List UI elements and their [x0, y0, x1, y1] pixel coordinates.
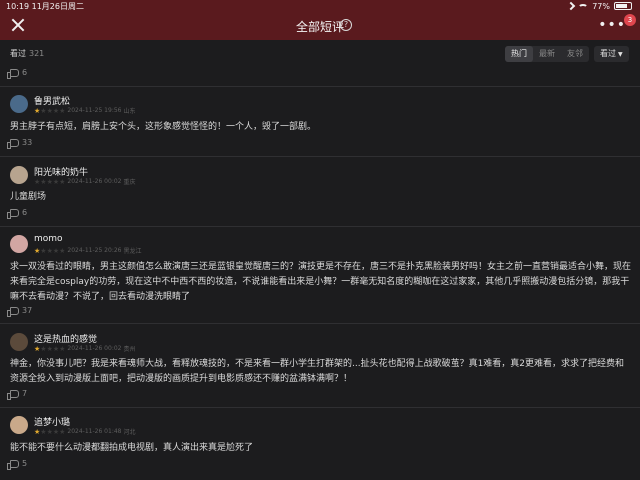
review-date: 2024-11-26 00:02	[67, 345, 122, 352]
avatar[interactable]	[10, 166, 28, 184]
divider	[0, 86, 640, 87]
tab-friends[interactable]: 友邻	[561, 46, 589, 62]
thumbs-up-icon	[7, 68, 19, 79]
filter-bar: 看过 321 热门 最新 友邻 看过 ▼	[0, 40, 640, 66]
status-filter-dropdown[interactable]: 看过 ▼	[594, 46, 629, 62]
divider	[0, 323, 640, 324]
thumbs-up-icon	[7, 306, 19, 317]
battery-percent: 77%	[592, 1, 610, 11]
like-button[interactable]: 33	[7, 138, 33, 149]
divider	[0, 226, 640, 227]
thumbs-up-icon	[7, 389, 19, 400]
like-button[interactable]: 5	[7, 459, 28, 470]
avatar[interactable]	[10, 95, 28, 113]
tab-hot[interactable]: 热门	[505, 46, 533, 62]
like-button[interactable]: 7	[7, 389, 28, 400]
star-rating: ★★★★★	[34, 247, 65, 255]
star-rating: ★★★★★	[34, 107, 65, 115]
like-count: 5	[22, 459, 28, 468]
review-meta: ★★★★★ 2024-11-26 00:02 重庆	[34, 177, 136, 187]
review-text: 男主脖子有点短，肩膀上安个头，这形象感觉怪怪的！一个人，毁了一部剧。	[10, 122, 317, 132]
thumbs-up-icon	[7, 459, 19, 470]
avatar[interactable]	[10, 416, 28, 434]
watched-label: 看过	[10, 49, 26, 58]
like-button[interactable]: 6	[7, 208, 28, 219]
chevron-down-icon: ▼	[618, 51, 623, 58]
tab-latest[interactable]: 最新	[533, 46, 561, 62]
page-title: 全部短评	[295, 20, 344, 34]
star-empty-icon: ★	[59, 246, 66, 255]
review-meta: ★★★★★ 2024-11-25 19:56 山东	[34, 106, 136, 116]
star-empty-icon: ★	[59, 177, 66, 186]
status-bar: 10:19 11月26日周二 77%	[0, 0, 640, 12]
review-region: 黑龙江	[123, 248, 142, 255]
review-meta: ★★★★★ 2024-11-26 00:02 贵州	[34, 344, 136, 354]
thumbs-up-icon	[7, 208, 19, 219]
more-icon[interactable]: •••	[598, 17, 626, 33]
avatar[interactable]	[10, 333, 28, 351]
like-count: 37	[22, 306, 33, 315]
review-date: 2024-11-25 20:26	[67, 247, 122, 254]
review-date: 2024-11-26 01:48	[67, 428, 122, 435]
like-count: 7	[22, 389, 28, 398]
location-icon	[566, 1, 576, 11]
battery-icon	[614, 2, 632, 10]
review-text: 求一双没看过的眼睛，男主这颜值怎么敢演唐三还是蓝银皇觉醒唐三的？演技更是不存在，…	[10, 262, 632, 302]
notification-badge: 3	[624, 14, 636, 26]
watched-count: 321	[29, 49, 45, 58]
review-region: 河北	[123, 429, 136, 436]
avatar[interactable]	[10, 235, 28, 253]
status-time: 10:19 11月26日周二	[6, 2, 84, 11]
status-right: 77%	[566, 1, 632, 11]
review-username[interactable]: momo	[34, 234, 63, 244]
review-region: 山东	[123, 108, 136, 115]
review-region: 重庆	[123, 179, 136, 186]
like-button[interactable]: 6	[7, 68, 28, 79]
star-rating: ★★★★★	[34, 345, 65, 353]
nav-bar: 全部短评 ? ••• 3	[0, 12, 640, 40]
review-region: 贵州	[123, 346, 136, 353]
star-rating: ★★★★★	[34, 178, 65, 186]
review-meta: ★★★★★ 2024-11-26 01:48 河北	[34, 427, 136, 437]
star-rating: ★★★★★	[34, 428, 65, 436]
wifi-icon	[578, 4, 589, 11]
review-date: 2024-11-26 00:02	[67, 178, 122, 185]
star-empty-icon: ★	[59, 106, 66, 115]
thumbs-up-icon	[7, 138, 19, 149]
watched-summary: 看过 321	[10, 48, 44, 59]
review-text: 神金，你没事儿吧？我是来看魂师大战，看释放魂技的，不是来看一群小学生打群架的..…	[10, 359, 625, 384]
like-count: 6	[22, 208, 28, 217]
review-text: 能不能不要什么动漫都翻拍成电视剧，真人演出来真是尬死了	[10, 443, 254, 453]
sort-tabs: 热门 最新 友邻	[505, 46, 589, 62]
review-text: 儿童剧场	[10, 192, 47, 202]
like-count: 33	[22, 138, 33, 147]
star-empty-icon: ★	[59, 427, 66, 436]
like-count: 6	[22, 68, 28, 77]
review-date: 2024-11-25 19:56	[67, 107, 122, 114]
like-button[interactable]: 37	[7, 306, 33, 317]
divider	[0, 156, 640, 157]
star-empty-icon: ★	[59, 344, 66, 353]
divider	[0, 407, 640, 408]
review-meta: ★★★★★ 2024-11-25 20:26 黑龙江	[34, 246, 142, 256]
help-icon[interactable]: ?	[340, 19, 352, 31]
